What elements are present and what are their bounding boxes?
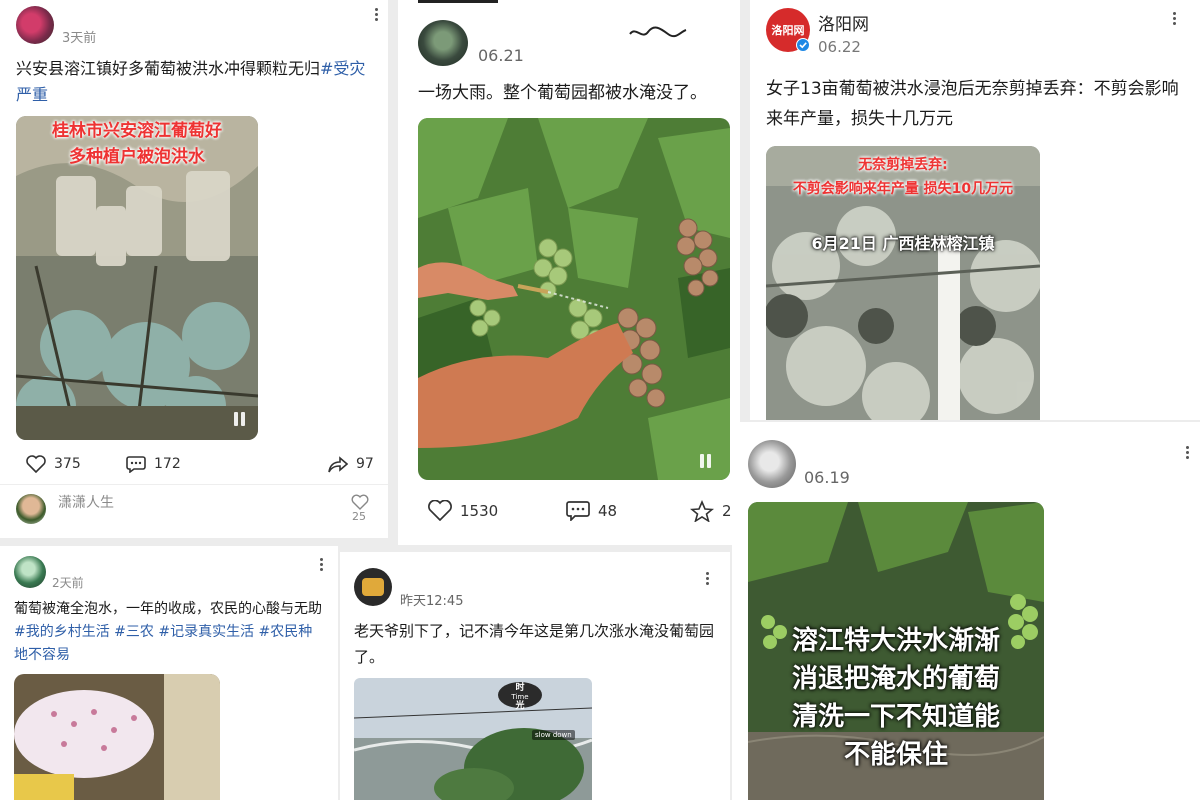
overlay-caption-1: 桂林市兴安溶江葡萄好 (52, 121, 222, 141)
divider (0, 484, 388, 485)
post-body: 兴安县溶江镇好多葡萄被洪水冲得颗粒无归 (16, 59, 321, 78)
side-like-count: 25 (352, 510, 366, 523)
video-thumbnail[interactable]: 无奈剪掉丢弃: 不剪会影响来年产量 损失10几万元 6月21日 广西桂林榕江镇 (766, 146, 1040, 420)
comment-count: 172 (154, 456, 181, 472)
video-thumbnail[interactable]: 溶江特大洪水渐渐 消退把淹水的葡萄 清洗一下不知道能 不能保住 (748, 502, 1044, 800)
comment-icon (126, 456, 146, 473)
post-card-5: 2天前 葡萄被淹全泡水，一年的收成，农民的心酸与无助 #我的乡村生活 #三农 #记… (0, 546, 338, 800)
tab-indicator (418, 0, 498, 3)
post-date: 06.19 (804, 468, 850, 487)
post-card-1: 3天前 兴安县溶江镇好多葡萄被洪水冲得颗粒无归#受灾严重 桂林市兴安溶江葡萄好 … (0, 0, 388, 538)
overlay-caption-2: 消退把淹水的葡萄 (791, 664, 1000, 694)
comment-button[interactable]: 48 (566, 500, 617, 521)
overlay-caption-2: 多种植户被泡洪水 (69, 147, 205, 167)
share-icon (328, 456, 348, 473)
avatar[interactable] (354, 568, 392, 606)
more-options-icon[interactable] (320, 558, 324, 572)
logo-text: 洛阳网 (771, 24, 805, 37)
overlay-caption-3: 清洗一下不知道能 (791, 702, 1000, 732)
badge-top: 时 (515, 683, 525, 693)
like-count: 1530 (460, 501, 499, 520)
overlay-caption-3: 6月21日 广西桂林榕江镇 (811, 234, 995, 253)
avatar[interactable] (418, 20, 468, 66)
grape-watering-image (418, 118, 730, 480)
share-count: 97 (356, 456, 374, 472)
favorite-button[interactable]: 2 (690, 500, 732, 522)
heart-icon (26, 455, 46, 473)
avatar[interactable] (16, 6, 54, 44)
author-name[interactable]: 潇潇人生 (58, 492, 114, 512)
post-text: 老天爷别下了，记不清今年这是第几次涨水淹没葡萄园了。 (354, 622, 715, 666)
avatar[interactable] (14, 556, 46, 588)
author-name-blurred (629, 26, 687, 38)
heart-icon (428, 500, 452, 521)
badge-bottom: 光 (515, 701, 525, 711)
more-options-icon[interactable] (706, 572, 710, 586)
pause-icon[interactable] (700, 454, 712, 468)
post-card-2: 06.21 一场大雨。整个葡萄园都被水淹没了。 1530 48 2 (398, 0, 740, 545)
verified-badge-icon (796, 38, 810, 52)
author-name[interactable]: 洛阳网 (818, 10, 869, 35)
like-button[interactable]: 375 (26, 455, 81, 473)
overlay-caption-1: 溶江特大洪水渐渐 (791, 626, 1000, 656)
star-icon (690, 500, 714, 522)
post-text: 兴安县溶江镇好多葡萄被洪水冲得颗粒无归#受灾严重 (16, 56, 378, 108)
slow-down-label: slow down (532, 730, 575, 740)
time-badge-icon: 时 Time 光 (498, 682, 542, 711)
more-options-icon[interactable] (1186, 446, 1190, 460)
post-time: 2天前 (52, 576, 84, 590)
more-options-icon[interactable] (1173, 12, 1177, 26)
post-card-4: 06.19 溶江特大洪水渐渐 消退把淹水的葡萄 清洗一下不知道能 不能保住 (732, 422, 1200, 800)
video-thumbnail[interactable]: 时 Time 光 slow down (354, 678, 592, 800)
post-date: 06.22 (818, 38, 861, 56)
video-thumbnail[interactable]: 桂林市兴安溶江葡萄好 多种植户被泡洪水 (16, 116, 258, 440)
side-like-button[interactable]: 25 (338, 488, 382, 528)
post-time: 3天前 (62, 31, 97, 46)
video-thumbnail[interactable] (418, 118, 730, 480)
share-button[interactable]: 97 (328, 455, 374, 473)
post-body: 葡萄被淹全泡水，一年的收成，农民的心酸与无助 (14, 601, 322, 617)
overlay-caption-4: 不能保住 (843, 740, 948, 770)
post-time: 昨天12:45 (400, 594, 464, 609)
post-text: 葡萄被淹全泡水，一年的收成，农民的心酸与无助 #我的乡村生活 #三农 #记录真实生… (14, 598, 326, 667)
post-card-6: 昨天12:45 老天爷别下了，记不清今年这是第几次涨水淹没葡萄园了。 时 Tim… (340, 552, 730, 800)
hashtags[interactable]: #我的乡村生活 #三农 #记录真实生活 #农民种地不容易 (14, 624, 312, 663)
post-text: 一场大雨。整个葡萄园都被水淹没了。 (418, 83, 707, 103)
comment-icon (566, 501, 590, 521)
comment-count: 48 (598, 501, 618, 520)
favorite-count: 2 (722, 502, 732, 520)
heart-icon (351, 494, 369, 510)
avatar[interactable] (748, 440, 796, 488)
post-text: 女子13亩葡萄被洪水浸泡后无奈剪掉丢弃：不剪会影响来年产量，损失十几万元 (766, 79, 1179, 129)
video-thumbnail[interactable] (14, 674, 220, 800)
like-count: 375 (54, 456, 81, 472)
farmer-hat-image (14, 674, 220, 800)
overlay-caption-2: 不剪会影响来年产量 损失10几万元 (792, 181, 1014, 197)
comment-button[interactable]: 172 (126, 455, 181, 473)
overlay-caption-1: 无奈剪掉丢弃: (858, 157, 948, 173)
author-avatar[interactable] (16, 494, 46, 524)
post-date: 06.21 (478, 46, 524, 65)
pause-icon[interactable] (234, 412, 246, 426)
more-options-icon[interactable] (375, 8, 379, 22)
post-card-3: 洛阳网 洛阳网 06.22 女子13亩葡萄被洪水浸泡后无奈剪掉丢弃：不剪会影响来… (750, 0, 1200, 420)
like-button[interactable]: 1530 (428, 500, 498, 521)
